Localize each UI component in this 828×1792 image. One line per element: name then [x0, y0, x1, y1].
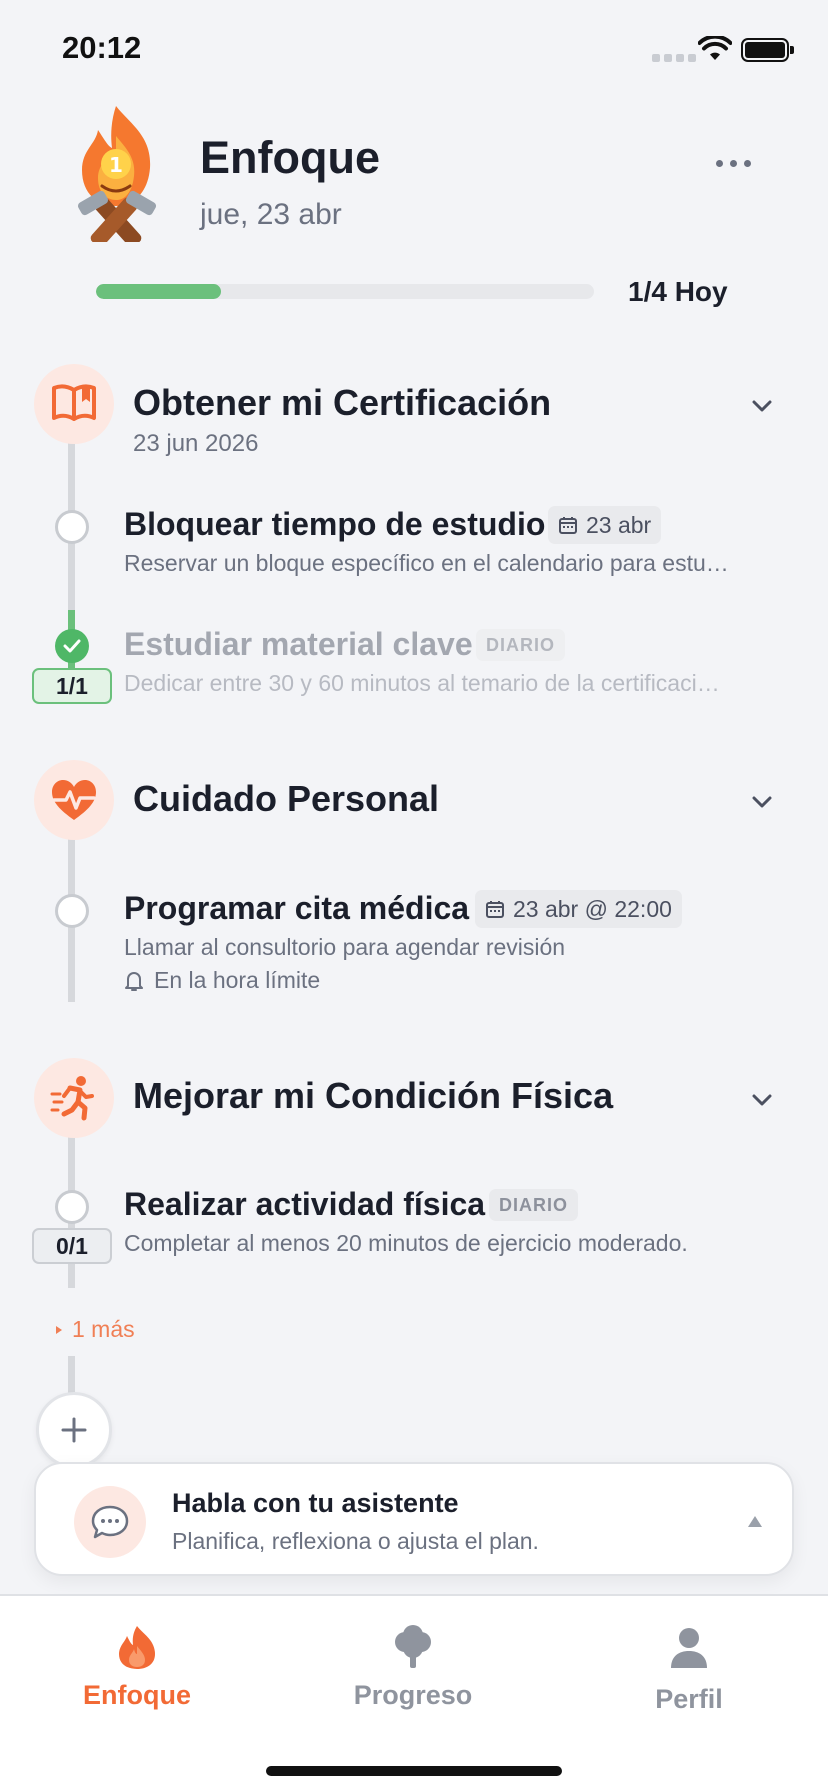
- task-due-chip: 23 abr: [548, 506, 662, 544]
- battery-icon: [741, 38, 794, 62]
- cellular-signal-icon: [652, 54, 696, 62]
- daily-progress-fill: [96, 284, 221, 299]
- home-indicator: [266, 1766, 562, 1776]
- assistant-icon-circle: [74, 1486, 146, 1558]
- chevron-down-icon[interactable]: [752, 396, 772, 416]
- task-description: Reservar un bloque específico en el cale…: [124, 550, 729, 576]
- svg-text:1: 1: [109, 153, 123, 177]
- plus-icon: [61, 1417, 87, 1443]
- goal-date: 23 jun 2026: [133, 430, 259, 457]
- task-frequency-tag: DIARIO: [489, 1189, 578, 1221]
- flame-icon: [119, 1626, 155, 1669]
- task-description: Completar al menos 20 minutos de ejercic…: [124, 1230, 688, 1256]
- triangle-right-icon: [56, 1325, 62, 1334]
- task-checkbox[interactable]: [55, 1190, 89, 1224]
- task-frequency-tag: DIARIO: [476, 629, 565, 661]
- calendar-icon: [486, 901, 504, 918]
- goal-icon-circle: [34, 364, 114, 444]
- campfire-mascot-icon: 1: [77, 106, 157, 242]
- tab-enfoque[interactable]: Enfoque: [37, 1624, 237, 1711]
- running-icon: [50, 1076, 94, 1121]
- task-description: Llamar al consultorio para agendar revis…: [124, 934, 566, 960]
- status-time: 20:12: [62, 30, 142, 65]
- tab-label: Perfil: [655, 1684, 723, 1714]
- header-date: jue, 23 abr: [200, 198, 342, 231]
- daily-progress-label: 1/4 Hoy: [628, 276, 728, 307]
- expand-caret-icon[interactable]: [748, 1516, 762, 1527]
- tree-icon: [395, 1625, 431, 1668]
- task-due-text: 23 abr @ 22:00: [513, 895, 672, 922]
- task-title[interactable]: Estudiar material clave: [124, 626, 473, 663]
- task-due-chip: 23 abr @ 22:00: [475, 890, 682, 928]
- more-options-icon[interactable]: [716, 160, 751, 167]
- task-reminder-text: En la hora límite: [154, 967, 321, 993]
- task-counter: 0/1: [32, 1228, 112, 1264]
- person-icon: [671, 1628, 707, 1668]
- task-checkbox[interactable]: [55, 894, 89, 928]
- task-checkbox[interactable]: [55, 510, 89, 544]
- chevron-down-icon[interactable]: [752, 792, 772, 812]
- task-counter: 1/1: [32, 668, 112, 704]
- assistant-subtitle: Planifica, reflexiona o ajusta el plan.: [172, 1528, 539, 1554]
- assistant-card[interactable]: Habla con tu asistente Planifica, reflex…: [34, 1462, 794, 1576]
- task-checkbox-checked[interactable]: [55, 629, 89, 663]
- tab-progreso[interactable]: Progreso: [313, 1624, 513, 1711]
- heart-pulse-icon: [52, 780, 96, 820]
- checkmark-icon: [63, 639, 81, 653]
- task-title[interactable]: Programar cita médica: [124, 890, 469, 927]
- tab-label: Progreso: [353, 1680, 473, 1710]
- chat-bubble-icon: [91, 1505, 129, 1539]
- book-icon: [52, 384, 96, 421]
- goal-title[interactable]: Obtener mi Certificación: [133, 382, 551, 424]
- bell-icon: [125, 971, 143, 991]
- task-reminder: En la hora límite: [124, 967, 320, 994]
- page-title: Enfoque: [200, 132, 380, 183]
- tab-label: Enfoque: [83, 1680, 191, 1710]
- goal-title[interactable]: Cuidado Personal: [133, 778, 439, 820]
- task-title[interactable]: Bloquear tiempo de estudio: [124, 506, 545, 543]
- show-more-tasks-text: 1 más: [72, 1316, 135, 1342]
- task-title[interactable]: Realizar actividad física: [124, 1186, 485, 1223]
- add-goal-button[interactable]: [36, 1392, 112, 1468]
- chevron-down-icon[interactable]: [752, 1090, 772, 1110]
- assistant-title: Habla con tu asistente: [172, 1488, 459, 1518]
- task-description: Dedicar entre 30 y 60 minutos al temario…: [124, 670, 720, 696]
- wifi-icon: [698, 36, 732, 60]
- goal-icon-circle: [34, 760, 114, 840]
- tab-perfil[interactable]: Perfil: [589, 1626, 789, 1715]
- calendar-icon: [559, 517, 577, 534]
- goal-icon-circle: [34, 1058, 114, 1138]
- daily-progress-bar: [96, 284, 594, 299]
- task-due-text: 23 abr: [586, 511, 652, 538]
- tab-bar: Enfoque Progreso Perfil: [0, 1594, 828, 1792]
- show-more-tasks-link[interactable]: 1 más: [54, 1316, 135, 1343]
- goal-title[interactable]: Mejorar mi Condición Física: [133, 1075, 613, 1117]
